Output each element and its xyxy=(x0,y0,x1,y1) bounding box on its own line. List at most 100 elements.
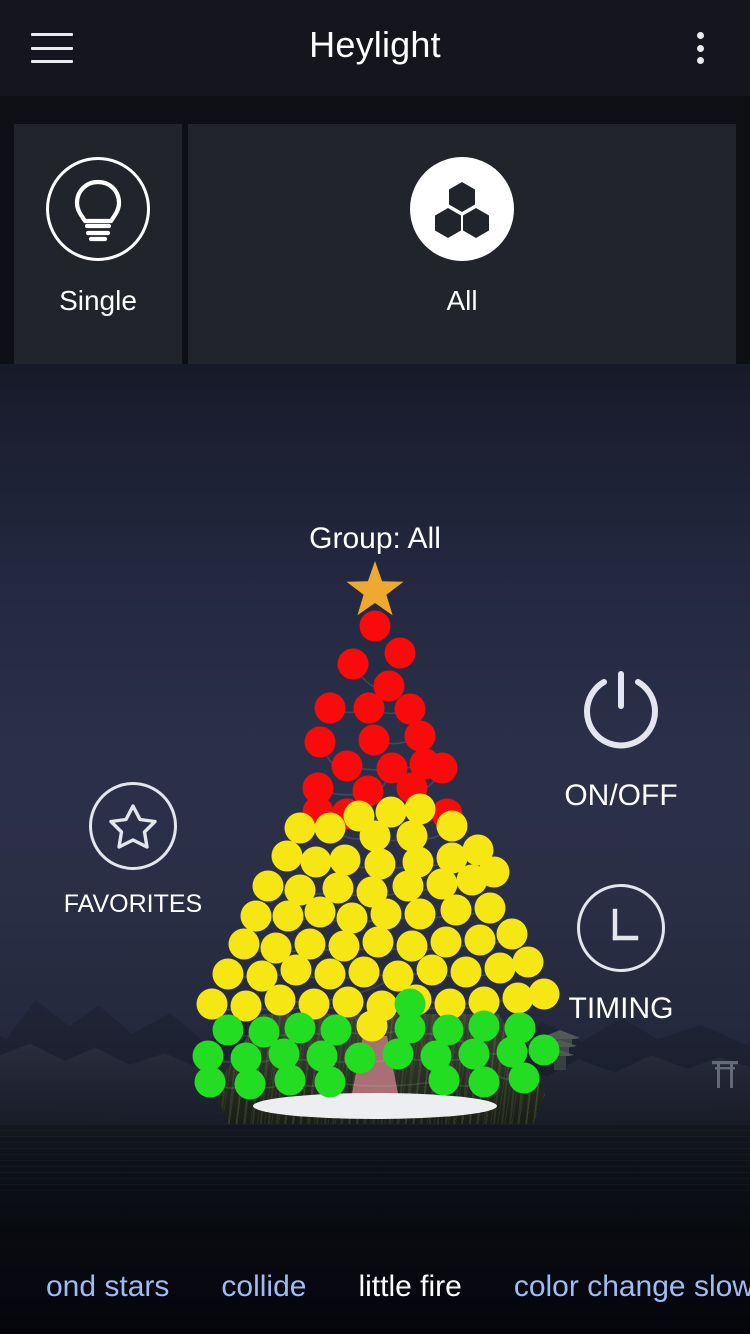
favorites-label: FAVORITES xyxy=(63,890,203,918)
light-bulb xyxy=(329,844,361,876)
light-bulb xyxy=(228,928,260,960)
light-bulb xyxy=(314,958,346,990)
light-bulb xyxy=(370,898,402,930)
light-bulb xyxy=(359,820,391,852)
group-label: Group: All xyxy=(309,522,441,555)
light-bulb xyxy=(348,956,380,988)
light-bulb xyxy=(284,812,316,844)
effect-item[interactable]: little fire xyxy=(332,1270,487,1304)
light-bulb xyxy=(478,856,510,888)
light-bulb xyxy=(212,1014,244,1046)
light-bulb xyxy=(496,918,528,950)
light-bulb xyxy=(331,750,363,782)
tree-base-plate xyxy=(253,1093,497,1119)
mode-tab-strip: Single All xyxy=(0,96,750,364)
light-bulb xyxy=(468,1010,500,1042)
light-bulb xyxy=(450,956,482,988)
clock-icon xyxy=(577,884,665,972)
app-root: Heylight Single All Group: All FAVORITES… xyxy=(0,0,750,1334)
onoff-button[interactable]: ON/OFF xyxy=(546,664,696,813)
light-bulb xyxy=(458,1038,490,1070)
light-bulb xyxy=(464,924,496,956)
effect-item[interactable]: ond stars xyxy=(0,1270,195,1304)
overflow-dot xyxy=(696,57,704,64)
effect-item[interactable]: collide xyxy=(195,1270,332,1304)
light-bulb xyxy=(426,752,458,784)
light-bulb xyxy=(356,1010,388,1042)
light-bulb xyxy=(404,793,436,825)
light-bulb xyxy=(359,610,391,642)
light-bulb xyxy=(304,726,336,758)
light-bulb xyxy=(304,896,336,928)
overflow-dot xyxy=(696,44,704,52)
lightbulb-icon xyxy=(46,157,150,261)
light-bulb xyxy=(394,988,426,1020)
light-bulb xyxy=(353,692,385,724)
tab-all-label: All xyxy=(446,285,478,316)
favorites-button[interactable]: FAVORITES xyxy=(58,782,208,919)
light-stage: Group: All FAVORITES ON/OFF TIMING xyxy=(0,364,750,1239)
onoff-label: ON/OFF xyxy=(564,779,678,812)
light-bulb xyxy=(271,840,303,872)
light-bulb xyxy=(337,648,369,680)
power-icon xyxy=(574,664,668,763)
light-bulb xyxy=(484,952,516,984)
light-bulb xyxy=(344,1042,376,1074)
hexagon-group-icon xyxy=(410,157,514,261)
star-icon xyxy=(89,782,177,870)
tab-single[interactable]: Single xyxy=(14,124,182,364)
light-bulb xyxy=(430,926,462,958)
light-bulb xyxy=(314,692,346,724)
light-bulb xyxy=(336,902,368,934)
light-bulb xyxy=(230,1042,262,1074)
timing-button[interactable]: TIMING xyxy=(546,884,696,1026)
light-bulb xyxy=(314,812,346,844)
light-bulb xyxy=(196,988,228,1020)
light-bulb xyxy=(212,958,244,990)
effect-item[interactable]: color change slow xyxy=(488,1270,750,1304)
light-bulb xyxy=(268,1038,300,1070)
light-bulb xyxy=(364,848,396,880)
light-bulb xyxy=(508,1062,540,1094)
light-bulb xyxy=(528,1034,560,1066)
tab-single-icon-wrap xyxy=(46,157,150,261)
light-bulb xyxy=(240,900,272,932)
light-bulb xyxy=(264,984,296,1016)
light-bulb xyxy=(436,810,468,842)
light-bulb xyxy=(328,930,360,962)
light-bulb xyxy=(284,1012,316,1044)
timing-label: TIMING xyxy=(568,992,674,1025)
light-bulb xyxy=(234,1068,266,1100)
app-bar: Heylight xyxy=(0,0,750,96)
light-bulb xyxy=(396,930,428,962)
light-bulb xyxy=(468,1066,500,1098)
light-bulb xyxy=(252,870,284,902)
light-bulb xyxy=(272,900,304,932)
light-bulb xyxy=(404,898,436,930)
light-bulb xyxy=(362,926,394,958)
light-bulb xyxy=(416,954,448,986)
light-bulb xyxy=(274,1064,306,1096)
light-bulb xyxy=(382,1038,414,1070)
light-bulb xyxy=(428,1064,460,1096)
effect-carousel[interactable]: ond stars collide little fire color change … xyxy=(0,1239,750,1334)
light-bulb xyxy=(300,846,332,878)
light-bulb xyxy=(332,986,364,1018)
tree-star-topper xyxy=(346,561,404,616)
light-bulb xyxy=(280,954,312,986)
overflow-dot xyxy=(696,32,704,39)
tab-single-label: Single xyxy=(59,285,137,316)
light-bulb xyxy=(512,946,544,978)
light-bulb xyxy=(440,894,472,926)
light-bulb xyxy=(474,892,506,924)
light-bulb xyxy=(392,870,424,902)
light-bulb xyxy=(194,1066,226,1098)
overflow-menu-icon[interactable] xyxy=(680,28,720,68)
page-title: Heylight xyxy=(309,24,441,65)
light-bulb xyxy=(314,1066,346,1098)
light-bulb xyxy=(404,720,436,752)
light-bulb xyxy=(502,982,534,1014)
tab-all[interactable]: All xyxy=(188,124,736,364)
light-bulb xyxy=(396,820,428,852)
light-bulb xyxy=(394,693,426,725)
